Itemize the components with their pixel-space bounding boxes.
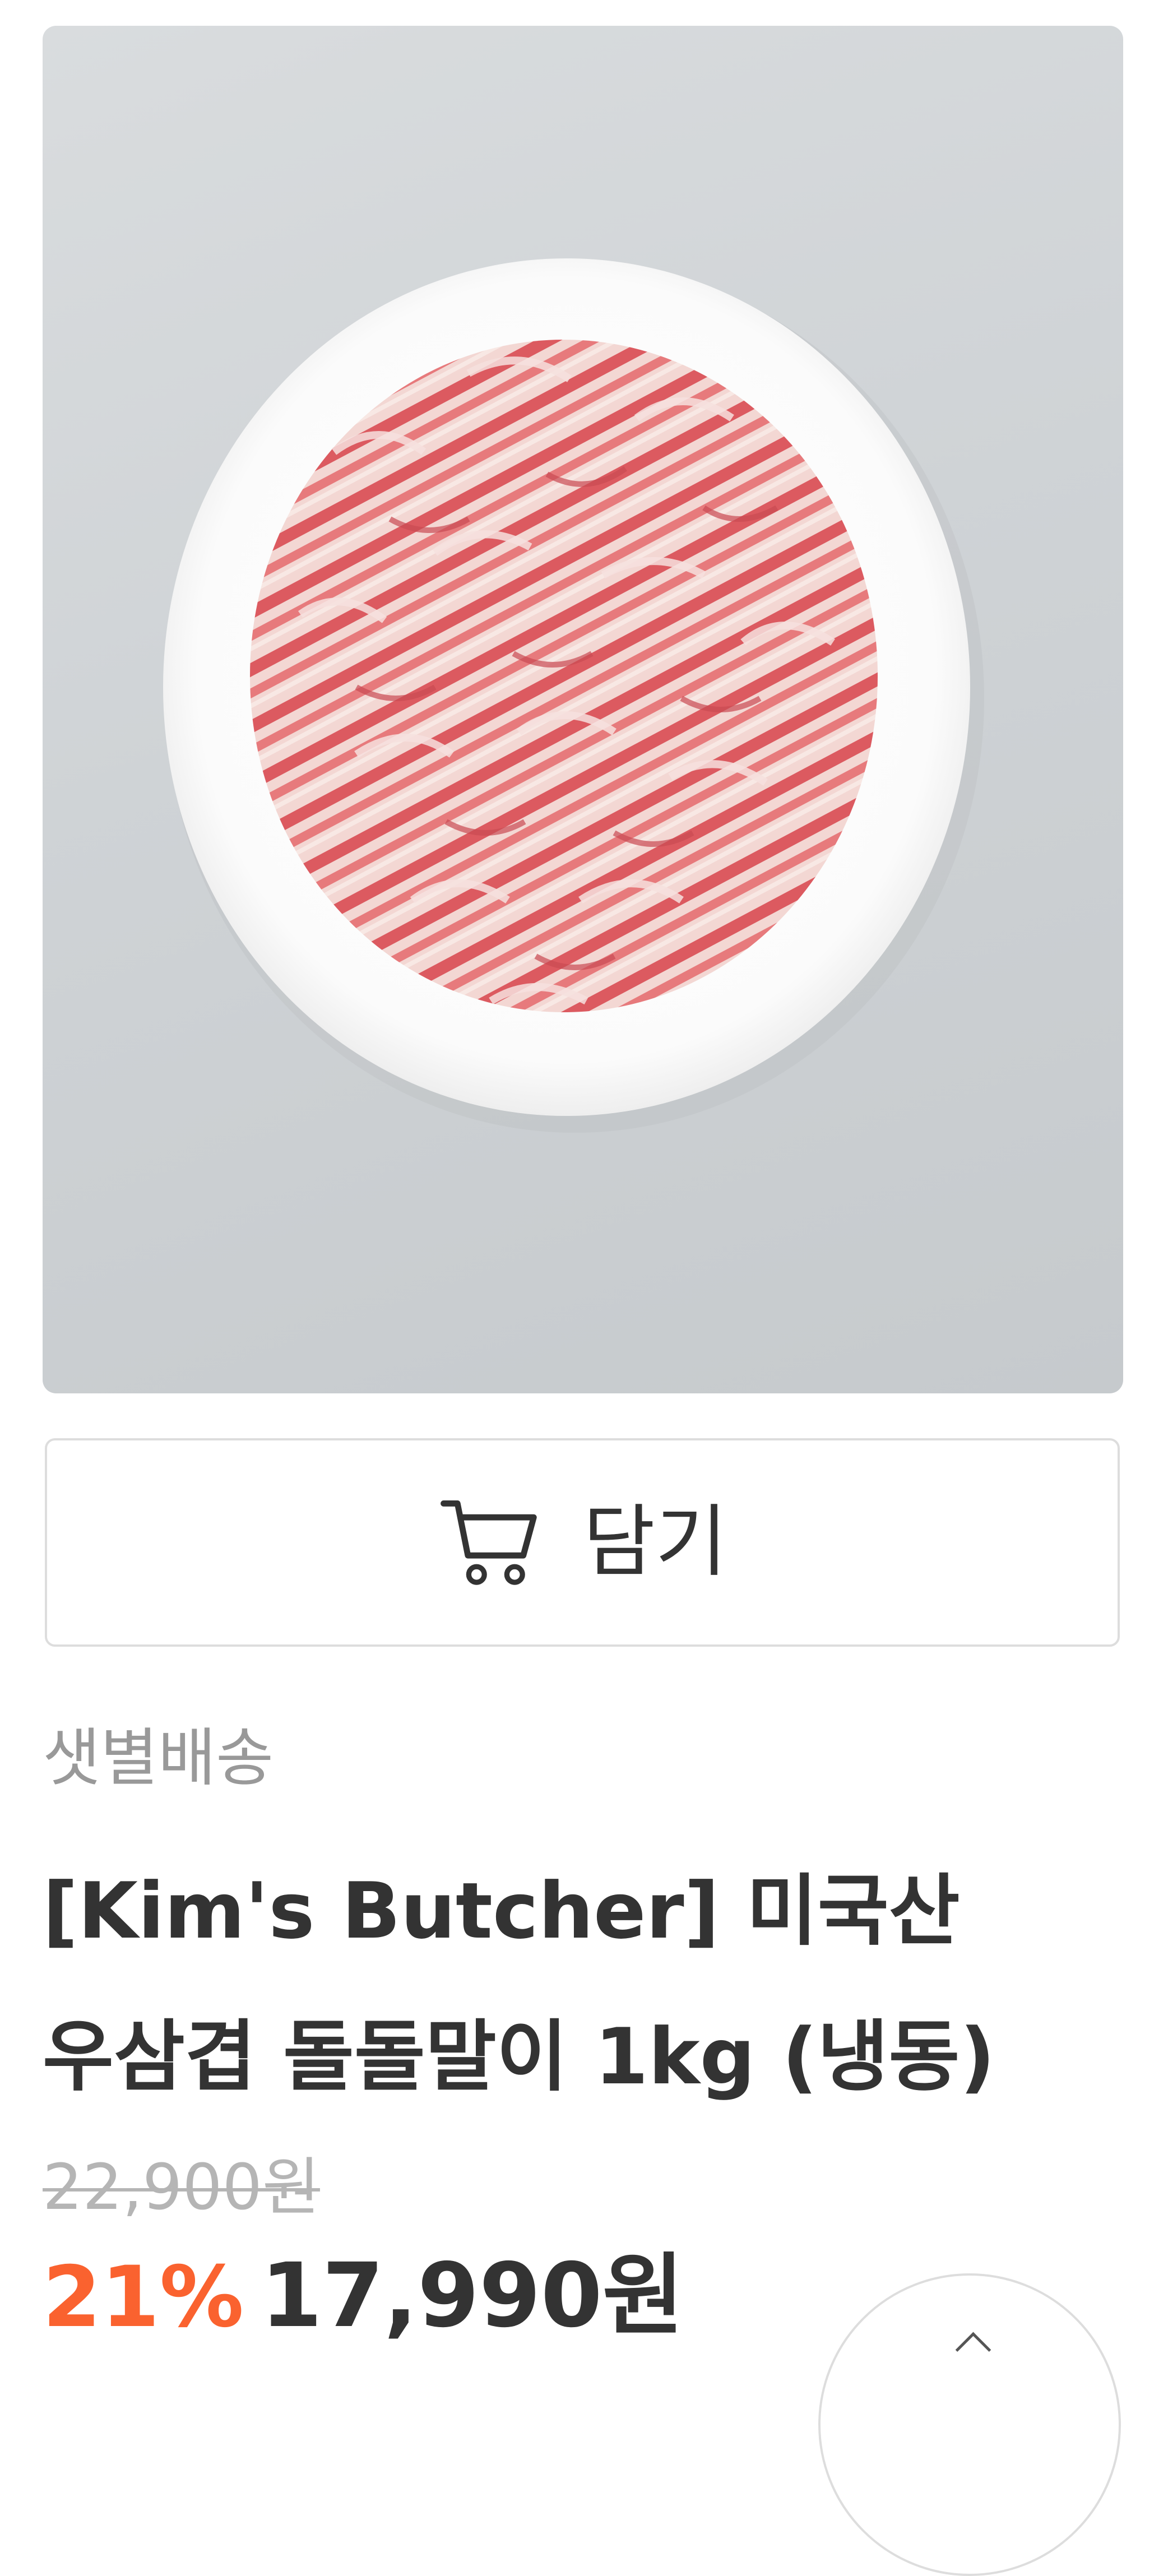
product-name-line-2: 우삼겹 돌돌말이 1kg (냉동) [43,2012,995,2102]
sale-price: 17,990원 [261,2244,684,2347]
price-row: 21% 17,990원 [43,2244,684,2347]
original-price: 22,900원 [43,2151,320,2224]
scroll-top-button[interactable] [818,2273,1121,2576]
meat-rolls [250,340,878,1012]
delivery-type-label: 샛별배송 [43,1722,274,1795]
chevron-up-icon [955,2332,991,2368]
add-to-cart-button[interactable]: 담기 [45,1438,1120,1647]
product-name-line-1: [Kim's Butcher] 미국산 [43,1866,960,1956]
product-image[interactable] [43,26,1123,1393]
product-photo [163,258,984,1133]
product-name[interactable]: [Kim's Butcher] 미국산 우삼겹 돌돌말이 1kg (냉동) [43,1838,1124,2130]
add-to-cart-label: 담기 [583,1497,727,1588]
cart-icon [441,1500,537,1585]
discount-rate: 21% [43,2249,244,2346]
